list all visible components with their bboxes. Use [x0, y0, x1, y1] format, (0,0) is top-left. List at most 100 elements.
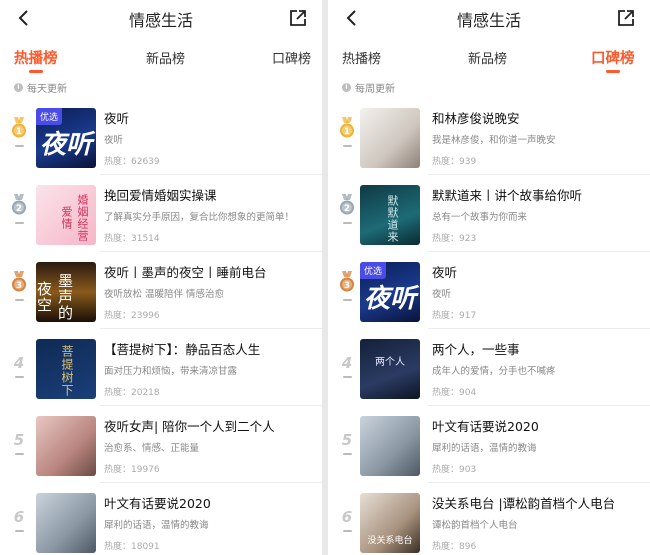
cover-image[interactable]: 默默道来	[360, 185, 420, 245]
gold-medal-icon: 1	[12, 117, 26, 138]
item-title[interactable]: 挽回爱情婚姻实操课	[104, 185, 314, 204]
cover-image[interactable]	[36, 416, 96, 476]
tab-reputation[interactable]: 口碑榜	[272, 48, 311, 67]
tab-hot[interactable]: 热播榜	[342, 48, 381, 67]
rank-change-dash	[15, 376, 24, 378]
tab-new[interactable]: 新品榜	[468, 48, 507, 67]
rank-change-dash	[15, 222, 24, 224]
cover-image[interactable]	[360, 108, 420, 168]
rank-badge: 3	[335, 267, 359, 305]
ranking-list: 1 和林彦俊说晚安 我是林彦俊，和你道一声晚安 热度：939 2 默默道来 默默道来丨讲个故…	[328, 98, 650, 555]
list-item[interactable]: 6 没关系电台 没关系电台 |谭松韵首档个人电台 谭松韵首档个人电台 热度：896	[328, 483, 650, 555]
info-icon: i	[14, 82, 23, 92]
rank-change-dash	[343, 453, 352, 455]
list-item[interactable]: 4 菩提树下 【菩提树下】：静品百态人生 面对压力和烦恼，带来清凉甘露 热度：20218	[0, 329, 322, 406]
cover-image[interactable]: 优选 夜听	[36, 108, 96, 168]
item-title[interactable]: 夜听	[104, 108, 314, 127]
rank-number: 5	[13, 431, 25, 449]
list-item[interactable]: 6 叶文有话要说2020 犀利的话语，温情的教诲 热度：18091	[0, 483, 322, 555]
update-note-text: 每天更新	[27, 83, 67, 95]
item-title[interactable]: 叶文有话要说2020	[104, 493, 314, 512]
silver-medal-icon: 2	[12, 194, 26, 215]
item-heat: 热度：923	[432, 234, 477, 244]
item-title[interactable]: 没关系电台 |谭松韵首档个人电台	[432, 493, 642, 512]
item-heat: 热度：19976	[104, 465, 160, 475]
item-heat: 热度：917	[432, 311, 477, 321]
gold-medal-icon: 1	[340, 117, 354, 138]
rank-change-dash	[343, 530, 352, 532]
cover-image[interactable]	[36, 493, 96, 553]
tab-new[interactable]: 新品榜	[146, 48, 185, 67]
item-heat: 热度：23996	[104, 311, 160, 321]
tab-reputation[interactable]: 口碑榜	[591, 47, 635, 68]
cover-art-text: 夜听	[363, 284, 416, 314]
rank-badge: 4	[335, 344, 359, 382]
cover-image[interactable]: 菩提树下	[36, 339, 96, 399]
item-heat: 热度：62639	[104, 157, 160, 167]
share-icon[interactable]	[616, 8, 636, 28]
item-title[interactable]: 和林彦俊说晚安	[432, 108, 642, 127]
cover-image[interactable]: 优选 夜听	[360, 262, 420, 322]
svg-text:2: 2	[344, 204, 350, 214]
item-title[interactable]: 叶文有话要说2020	[432, 416, 642, 435]
cover-image[interactable]: 两个人	[360, 339, 420, 399]
item-title[interactable]: 【菩提树下】：静品百态人生	[104, 339, 314, 358]
item-info: 没关系电台 |谭松韵首档个人电台 谭松韵首档个人电台 热度：896	[432, 493, 642, 555]
tab-hot[interactable]: 热播榜	[14, 47, 58, 68]
update-note: i 每周更新	[328, 76, 650, 98]
rank-change-dash	[15, 453, 24, 455]
rank-badge: 6	[7, 498, 31, 536]
tab-active-indicator	[606, 70, 620, 73]
item-info: 夜听 夜听 热度：62639	[104, 108, 314, 170]
list-item[interactable]: 1 优选 夜听 夜听 夜听 热度：62639	[0, 98, 322, 175]
rank-badge: 5	[7, 421, 31, 459]
cover-image[interactable]	[360, 416, 420, 476]
list-item[interactable]: 3 墨声的夜空 夜听丨墨声的夜空丨睡前电台 夜听放松 温暖陪伴 情感治愈 热度：2399…	[0, 252, 322, 329]
cover-image[interactable]: 婚姻经营爱情	[36, 185, 96, 245]
rank-number: 4	[341, 354, 353, 372]
svg-text:3: 3	[16, 281, 22, 291]
rank-badge: 2	[7, 190, 31, 228]
cover-image[interactable]: 没关系电台	[360, 493, 420, 553]
item-info: 叶文有话要说2020 犀利的话语，温情的教诲 热度：18091	[104, 493, 314, 555]
cover-art-text: 两个人	[375, 357, 405, 368]
rank-badge: 1	[7, 113, 31, 151]
list-item[interactable]: 4 两个人 两个人，一些事 成年人的爱情，分手也不喊疼 热度：904	[328, 329, 650, 406]
list-item[interactable]: 5 夜听女声| 陪你一个人到二个人 治愈系、情感、正能量 热度：19976	[0, 406, 322, 483]
list-item[interactable]: 5 叶文有话要说2020 犀利的话语，温情的教诲 热度：903	[328, 406, 650, 483]
list-item[interactable]: 2 婚姻经营爱情 挽回爱情婚姻实操课 了解真实分手原因，复合比你想象的更简单！ 热度：3…	[0, 175, 322, 252]
svg-text:1: 1	[16, 127, 22, 137]
rank-number: 6	[341, 508, 353, 526]
item-title[interactable]: 夜听	[432, 262, 642, 281]
share-icon[interactable]	[288, 8, 308, 28]
item-description: 犀利的话语，温情的教诲	[432, 443, 537, 454]
silver-medal-icon: 2	[340, 194, 354, 215]
item-title[interactable]: 夜听女声| 陪你一个人到二个人	[104, 416, 314, 435]
rank-badge: 3	[7, 267, 31, 305]
item-title[interactable]: 两个人，一些事	[432, 339, 642, 358]
item-heat: 热度：896	[432, 542, 477, 552]
cover-art-text: 没关系电台	[367, 536, 413, 546]
item-heat: 热度：20218	[104, 388, 160, 398]
item-heat: 热度：939	[432, 157, 477, 167]
rank-change-dash	[15, 145, 24, 147]
rank-number: 5	[341, 431, 353, 449]
item-info: 【菩提树下】：静品百态人生 面对压力和烦恼，带来清凉甘露 热度：20218	[104, 339, 314, 401]
list-item[interactable]: 2 默默道来 默默道来丨讲个故事给你听 总有一个故事为你而来 热度：923	[328, 175, 650, 252]
svg-text:3: 3	[344, 281, 350, 291]
svg-text:1: 1	[344, 127, 350, 137]
rank-change-dash	[15, 299, 24, 301]
item-heat: 热度：904	[432, 388, 477, 398]
cover-art-text: 婚姻经营爱情	[60, 194, 89, 242]
nav-bar: 情感生活	[328, 0, 650, 36]
item-description: 犀利的话语，温情的教诲	[104, 520, 209, 531]
item-title[interactable]: 默默道来丨讲个故事给你听	[432, 185, 642, 204]
item-title[interactable]: 夜听丨墨声的夜空丨睡前电台	[104, 262, 314, 281]
bronze-medal-icon: 3	[340, 271, 354, 292]
tab-active-indicator	[29, 70, 43, 73]
item-info: 叶文有话要说2020 犀利的话语，温情的教诲 热度：903	[432, 416, 642, 478]
list-item[interactable]: 3 优选 夜听 夜听 夜听热度：917	[328, 252, 650, 329]
list-item[interactable]: 1 和林彦俊说晚安 我是林彦俊，和你道一声晚安 热度：939	[328, 98, 650, 175]
cover-image[interactable]: 墨声的夜空	[36, 262, 96, 322]
tab-bar: 热播榜 新品榜 口碑榜	[0, 36, 322, 76]
